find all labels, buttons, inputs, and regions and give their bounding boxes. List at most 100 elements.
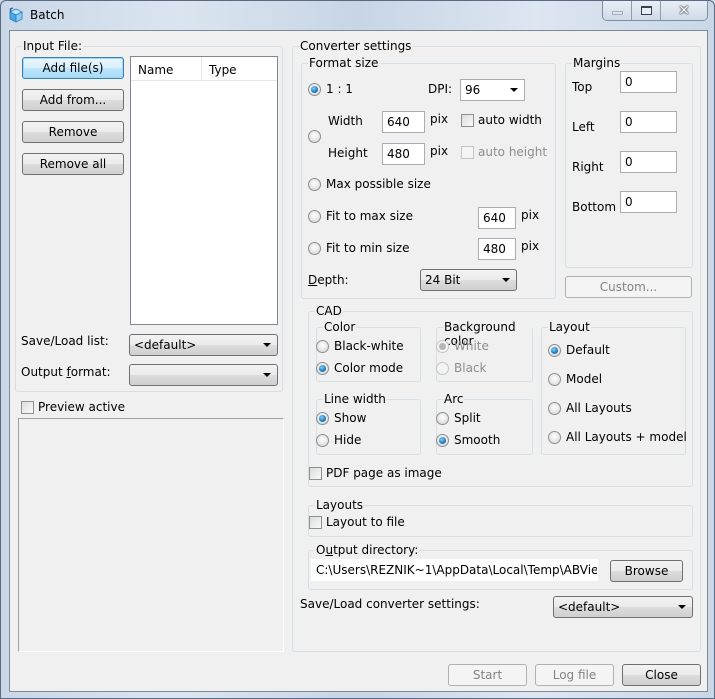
auto-width-label: auto width	[478, 113, 542, 127]
radio-arc-smooth[interactable]: Smooth	[436, 433, 500, 447]
width-label: Width	[328, 114, 363, 128]
margin-bottom-label: Bottom	[572, 200, 617, 214]
radio-indicator	[436, 433, 449, 447]
margin-left-input[interactable]: 0	[620, 111, 677, 133]
column-header-type[interactable]: Type	[202, 57, 277, 80]
save-load-settings-label: Save/Load converter settings:	[300, 597, 480, 611]
margin-top-label: Top	[572, 80, 593, 94]
radio-max-possible-size[interactable]: Max possible size	[308, 177, 431, 191]
auto-height-label: auto height	[478, 145, 548, 159]
width-pix-label: pix	[430, 112, 449, 126]
radio-indicator	[308, 209, 321, 223]
radio-indicator	[548, 372, 561, 386]
radio-indicator	[316, 411, 329, 425]
radio-line-hide[interactable]: Hide	[316, 433, 361, 447]
radio-indicator	[308, 241, 321, 255]
radio-black-white[interactable]: Black-white	[316, 339, 404, 353]
save-load-list-value: <default>	[134, 338, 197, 352]
input-file-label: Input File:	[22, 39, 84, 53]
radio-layout-all[interactable]: All Layouts	[548, 401, 632, 415]
output-directory-input[interactable]: C:\Users\REZNIK~1\AppData\Local\Temp\ABV…	[311, 559, 598, 581]
column-header-name[interactable]: Name	[131, 57, 202, 80]
save-load-settings-select[interactable]: <default>	[553, 596, 693, 618]
radio-layout-model[interactable]: Model	[548, 372, 602, 386]
fit-min-pix-label: pix	[521, 239, 540, 253]
max-possible-label: Max possible size	[326, 177, 431, 191]
depth-label-accel: D	[308, 273, 318, 287]
radio-width-height[interactable]	[308, 130, 326, 143]
chevron-down-icon	[510, 88, 518, 92]
remove-all-button[interactable]: Remove all	[22, 153, 124, 175]
margins-label: Margins	[572, 56, 622, 70]
fit-min-input[interactable]: 480	[478, 238, 516, 260]
radio-bg-black[interactable]: Black	[436, 361, 486, 375]
dpi-select[interactable]: 96	[460, 79, 525, 101]
start-button[interactable]: Start	[448, 664, 527, 686]
margin-left-label: Left	[572, 120, 595, 134]
checkbox-box	[461, 145, 474, 159]
layout-default-label: Default	[566, 343, 610, 357]
preview-pane	[18, 418, 284, 652]
radio-one-to-one[interactable]: 1 : 1	[308, 82, 353, 96]
radio-layout-default[interactable]: Default	[548, 343, 610, 357]
output-format-label-pre: Output	[21, 365, 67, 379]
pdf-page-as-image-checkbox[interactable]: PDF page as image	[309, 466, 442, 480]
file-list[interactable]: Name Type	[130, 56, 278, 325]
margin-right-input[interactable]: 0	[620, 151, 677, 173]
minimize-icon	[611, 10, 623, 15]
radio-bg-white[interactable]: White	[436, 339, 489, 353]
save-load-list-select[interactable]: <default>	[129, 334, 278, 356]
height-input[interactable]: 480	[382, 143, 425, 165]
radio-indicator	[548, 343, 561, 357]
checkbox-box	[21, 400, 34, 414]
browse-button[interactable]: Browse	[610, 560, 683, 582]
preview-active-checkbox[interactable]: Preview active	[21, 400, 125, 414]
arc-split-label: Split	[454, 411, 481, 425]
margin-top-input[interactable]: 0	[620, 71, 677, 93]
depth-select[interactable]: 24 Bit	[420, 269, 517, 291]
layout-to-file-checkbox[interactable]: Layout to file	[309, 515, 405, 529]
depth-value: 24 Bit	[425, 273, 461, 287]
maximize-icon	[640, 6, 652, 15]
app-cube-icon	[8, 7, 24, 23]
window-title: Batch	[30, 8, 65, 22]
custom-button[interactable]: Custom...	[565, 276, 692, 298]
close-window-button[interactable]: ✕	[661, 1, 707, 20]
dpi-label: DPI:	[428, 82, 453, 96]
margin-bottom-input[interactable]: 0	[620, 191, 677, 213]
layout-all-label: All Layouts	[566, 401, 632, 415]
radio-indicator	[316, 339, 329, 353]
radio-arc-split[interactable]: Split	[436, 411, 481, 425]
fit-max-pix-label: pix	[521, 208, 540, 222]
fit-max-input[interactable]: 640	[478, 207, 516, 229]
fit-max-label: Fit to max size	[326, 209, 413, 223]
width-input[interactable]: 640	[382, 111, 425, 133]
add-files-button[interactable]: Add file(s)	[22, 57, 124, 79]
arc-label: Arc	[443, 392, 465, 406]
radio-fit-to-max[interactable]: Fit to max size	[308, 209, 413, 223]
log-file-button[interactable]: Log file	[535, 664, 614, 686]
radio-indicator	[436, 411, 449, 425]
checkbox-box	[309, 466, 322, 480]
radio-color-mode[interactable]: Color mode	[316, 361, 403, 375]
maximize-button[interactable]	[632, 1, 661, 20]
radio-indicator	[436, 361, 449, 375]
bg-black-label: Black	[454, 361, 487, 375]
radio-layout-all-model[interactable]: All Layouts + model	[548, 430, 687, 444]
close-button[interactable]: Close	[622, 664, 701, 686]
radio-line-show[interactable]: Show	[316, 411, 366, 425]
line-hide-label: Hide	[334, 433, 362, 447]
remove-button[interactable]: Remove	[22, 121, 124, 143]
color-mode-label: Color mode	[334, 361, 404, 375]
radio-fit-to-min[interactable]: Fit to min size	[308, 241, 409, 255]
batch-window: Batch ✕ Input File: Add file(s) Add from…	[0, 0, 715, 699]
auto-height-checkbox[interactable]: auto height	[461, 145, 547, 159]
minimize-button[interactable]	[603, 1, 632, 20]
title-bar[interactable]: Batch ✕	[1, 1, 714, 30]
output-format-select[interactable]	[129, 364, 278, 386]
output-dir-label-post: tput directory:	[333, 543, 419, 557]
output-format-label-post: ormat:	[70, 365, 111, 379]
add-from-button[interactable]: Add from...	[22, 89, 124, 111]
layout-model-label: Model	[566, 372, 603, 386]
auto-width-checkbox[interactable]: auto width	[461, 113, 542, 127]
